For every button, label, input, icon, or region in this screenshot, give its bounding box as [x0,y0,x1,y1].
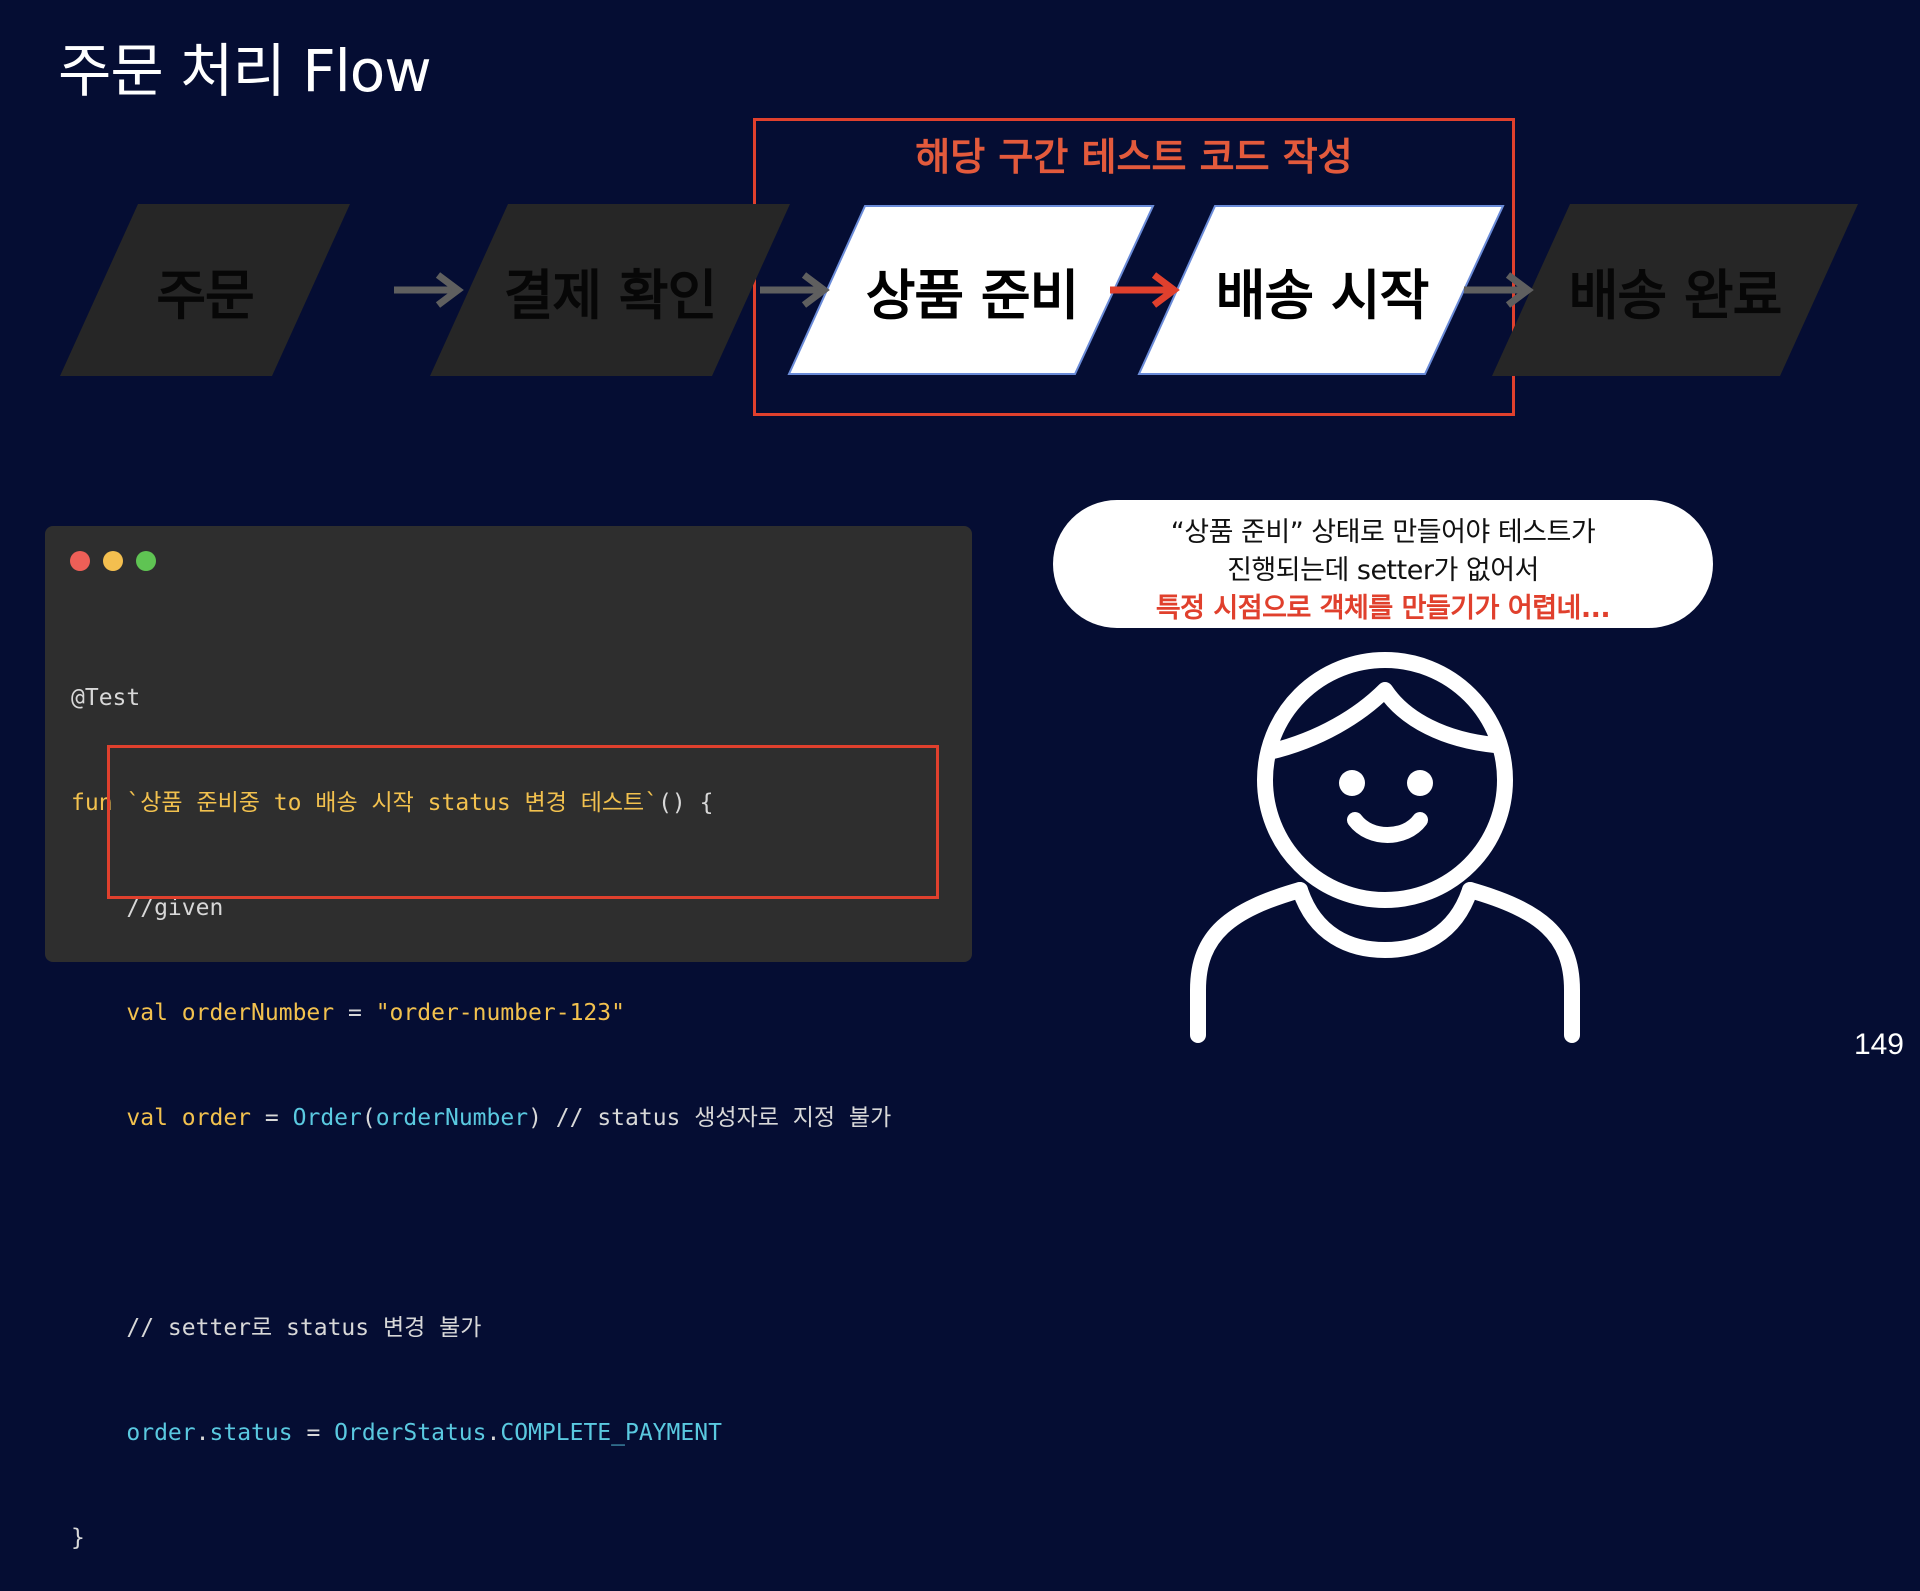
dot: . [195,1420,210,1446]
keyword: val [126,1105,168,1131]
property: status [209,1420,293,1446]
arrow-right-icon [394,272,464,308]
green-dot-icon [136,551,156,571]
code-line: } [71,1521,891,1556]
enum-constant: COMPLETE_PAYMENT [500,1420,722,1446]
flow-step-label: 결제 확인 [503,263,718,327]
operator: = [264,1105,279,1131]
variable: order [181,1105,252,1131]
closing-brace: } [71,1525,85,1551]
dot: . [486,1420,501,1446]
flow-step-payment-confirm: 결제 확인 [430,204,790,376]
bubble-line: 진행되는데 setter가 없어서 [1227,555,1539,586]
code-line: val order = Order(orderNumber) // status… [71,1101,891,1136]
keyword: val [126,1000,168,1026]
flow-step-order: 주문 [60,204,350,376]
bubble-line: “상품 준비” 상태로 만들어야 테스트가 [1170,517,1596,548]
annotation: @Test [71,685,141,711]
focus-label: 해당 구간 테스트 코드 작성 [915,135,1353,179]
object: order [126,1420,196,1446]
flow-step-label: 배송 완료 [1568,263,1783,327]
variable: orderNumber [181,1000,335,1026]
page-number: 149 [1853,1028,1904,1061]
bubble-line-emphasis: 특정 시점으로 객체를 만들기가 어렵네... [1155,593,1611,624]
flow-step-shipping-done: 배송 완료 [1492,204,1858,376]
arrow-right-icon [760,272,830,308]
operator: = [347,1000,362,1026]
arrow-right-icon [1464,272,1534,308]
paren: ) [528,1105,542,1131]
flow-step-label: 상품 준비 [865,263,1080,327]
yellow-dot-icon [103,551,123,571]
flow-step-product-prep: 상품 준비 [787,204,1157,376]
paren: ( [361,1105,376,1131]
slide-title: 주문 처리 Flow [58,37,432,105]
argument: orderNumber [375,1105,529,1131]
arrow-right-icon [1110,272,1180,308]
flow-step-label: 주문 [156,263,254,327]
type-name: OrderStatus [334,1420,487,1446]
code-highlight-box [107,745,939,899]
code-line: val orderNumber = "order-number-123" [71,996,891,1031]
flow-step-shipping-start: 배송 시작 [1137,204,1507,376]
comment: // status 생성자로 지정 불가 [555,1105,892,1131]
person-icon [1190,652,1580,1043]
operator: = [306,1420,321,1446]
red-dot-icon [70,551,90,571]
code-line: @Test [71,681,891,716]
flow-step-label: 배송 시작 [1215,263,1430,327]
code-line: // setter로 status 변경 불가 [71,1311,891,1346]
speech-bubble: “상품 준비” 상태로 만들어야 테스트가 진행되는데 setter가 없어서 … [1053,500,1713,628]
type-name: Order [292,1105,362,1131]
code-line: order.status = OrderStatus.COMPLETE_PAYM… [71,1416,891,1451]
string-literal: "order-number-123" [375,1000,625,1026]
comment: // setter로 status 변경 불가 [126,1315,482,1341]
